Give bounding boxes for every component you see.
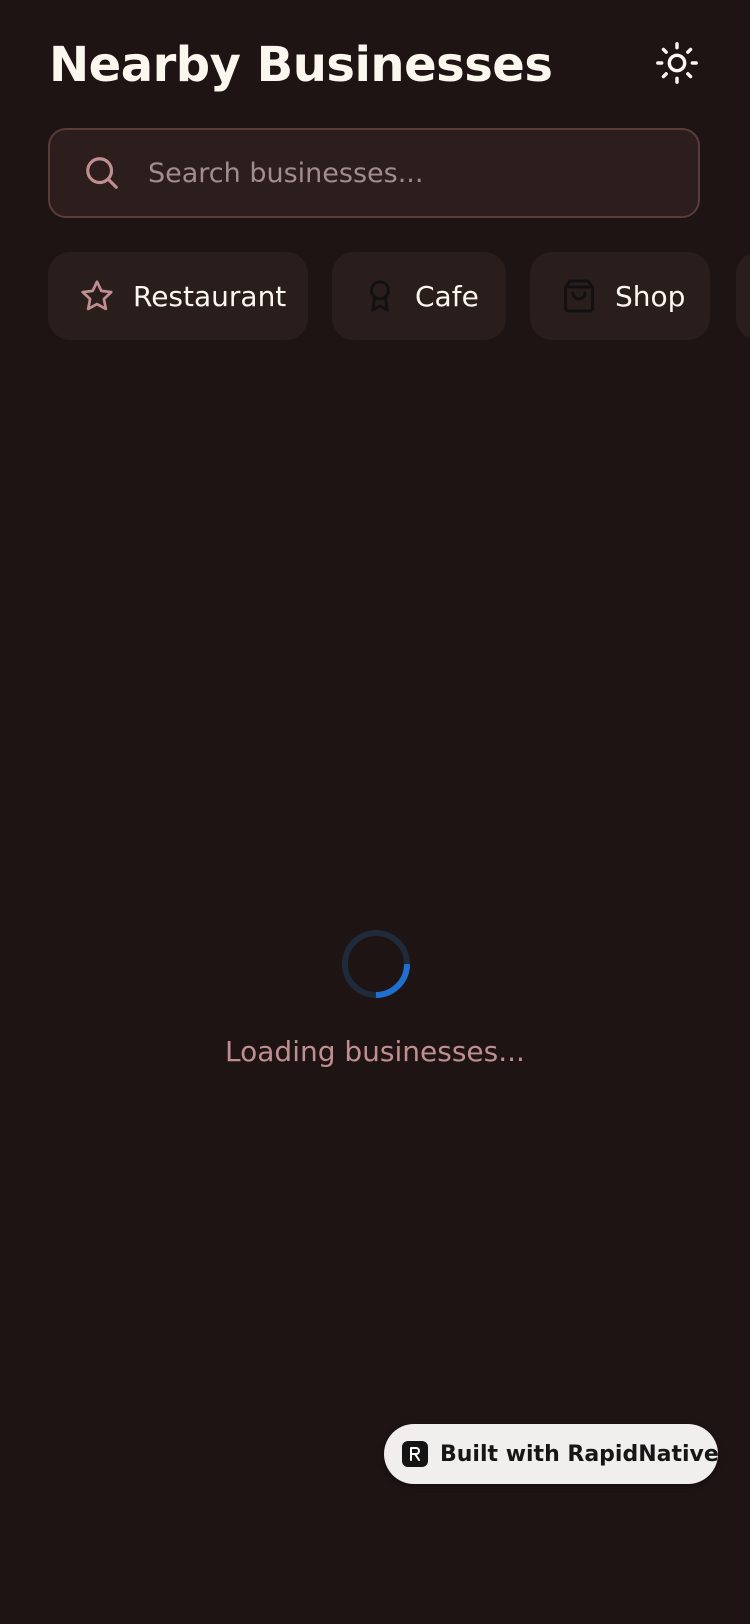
category-chip-restaurant[interactable]: Restaurant <box>48 252 308 340</box>
shopping-bag-icon <box>561 277 597 315</box>
chip-label: Cafe <box>415 279 479 313</box>
built-with-badge[interactable]: Built with RapidNative <box>384 1424 719 1484</box>
badge-label: Built with RapidNative <box>440 1441 719 1467</box>
star-icon <box>79 277 115 315</box>
category-chip-shop[interactable]: Shop <box>530 252 710 340</box>
category-chip-partial[interactable] <box>736 252 750 340</box>
chip-label: Restaurant <box>133 279 287 313</box>
category-chip-cafe[interactable]: Cafe <box>332 252 506 340</box>
award-icon <box>363 277 397 315</box>
loading-text: Loading businesses... <box>225 1035 525 1068</box>
page-title: Nearby Businesses <box>49 37 553 93</box>
sun-icon <box>654 40 700 90</box>
search-input[interactable] <box>148 157 678 189</box>
search-box[interactable] <box>48 128 700 218</box>
chip-label: Shop <box>615 279 686 313</box>
loading-spinner <box>340 928 412 1000</box>
rapidnative-logo-icon <box>402 1441 428 1467</box>
search-icon <box>82 153 122 193</box>
category-chips: Restaurant Cafe Shop <box>48 252 750 340</box>
theme-toggle-button[interactable] <box>652 40 702 90</box>
